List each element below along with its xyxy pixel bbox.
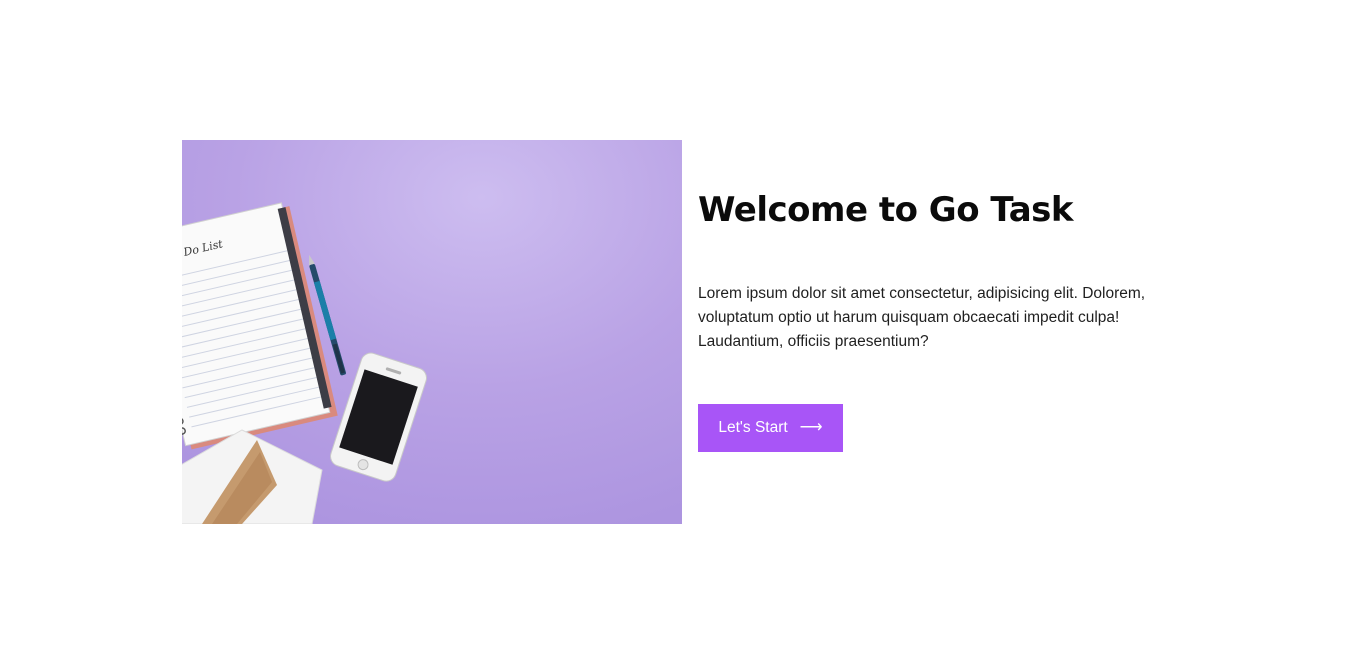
lets-start-label: Let's Start [718,419,788,436]
hero-content: Welcome to Go Task Lorem ipsum dolor sit… [698,188,1178,452]
lets-start-button[interactable]: Let's Start ⟶ [698,404,843,452]
page: To Do List [0,0,1360,655]
page-title: Welcome to Go Task [698,190,1074,230]
arrow-right-icon: ⟶ [799,419,823,436]
hero-description: Lorem ipsum dolor sit amet consectetur, … [698,285,1146,350]
hero-image: To Do List [182,140,682,524]
